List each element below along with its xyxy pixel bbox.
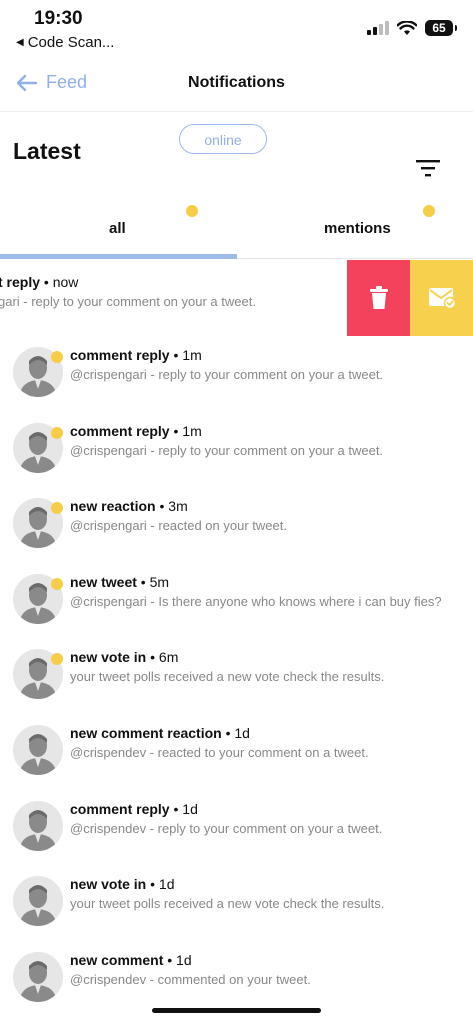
back-triangle-icon: ◀ [16, 37, 24, 48]
mail-check-icon [428, 288, 456, 309]
unread-dot [51, 351, 63, 363]
tab-all[interactable]: all [109, 220, 126, 237]
tab-all-unread-dot [186, 205, 198, 217]
unread-dot [51, 426, 63, 439]
avatar [13, 725, 63, 775]
swiped-notification-text: gari - reply to your comment on your a t… [0, 294, 256, 309]
home-indicator [152, 1008, 321, 1013]
notification-title: new vote in • 6m [70, 649, 179, 666]
mark-read-button[interactable] [410, 260, 473, 336]
notification-title: new tweet • 5m [70, 573, 170, 590]
status-time: 19:30 [34, 8, 83, 29]
avatar [13, 876, 63, 927]
back-to-app-link[interactable]: ◀ Code Scan... [16, 34, 114, 51]
notification-text: @crispendev - commented on your tweet. [70, 971, 311, 987]
header-divider [0, 111, 473, 112]
notification-row[interactable]: new comment • 1d @crispendev - commented … [0, 950, 473, 1026]
notification-text: @crispengari - reply to your comment on … [70, 367, 384, 382]
section-title: Latest [13, 138, 81, 164]
swiped-notification-row[interactable]: t reply • now gari - reply to your comme… [0, 260, 473, 336]
wifi-icon [397, 20, 417, 35]
notification-title: new vote in • 1d [70, 876, 175, 893]
unread-dot [51, 502, 63, 515]
delete-button[interactable] [347, 260, 410, 336]
page-title: Notifications [188, 74, 285, 91]
notification-row[interactable]: comment reply • 1d @crispendev - reply to… [0, 799, 473, 875]
notification-row[interactable]: new tweet • 5m @crispengari - Is there an… [0, 572, 473, 648]
notification-row[interactable]: comment reply • 1m @crispengari - reply t… [0, 421, 473, 497]
notification-text: @crispendev - reply to your comment on y… [70, 820, 383, 836]
online-status-badge: online [179, 124, 267, 154]
tab-mentions-unread-dot [423, 205, 435, 217]
tab-mentions[interactable]: mentions [324, 220, 391, 237]
avatar [13, 800, 63, 851]
notification-row[interactable]: new reaction • 3m @crispengari - reacted … [0, 496, 473, 572]
notification-row[interactable]: new vote in • 6m your tweet polls receive… [0, 647, 473, 723]
trash-icon [369, 286, 388, 309]
notification-row[interactable]: new vote in • 1d your tweet polls receive… [0, 874, 473, 950]
notification-title: comment reply • 1m [70, 422, 202, 439]
unread-dot [51, 653, 63, 666]
notification-row[interactable]: comment reply • 1m @crispengari - reply t… [0, 345, 473, 421]
notification-title: new comment reaction • 1d [70, 725, 250, 741]
notification-text: @crispengari - reacted on your tweet. [70, 518, 287, 534]
avatar [13, 951, 63, 1002]
notification-title: comment reply • 1m [70, 347, 202, 363]
notification-text: @crispengari - reply to your comment on … [70, 442, 384, 458]
status-icons: 65 [367, 20, 457, 36]
notification-title: comment reply • 1d [70, 800, 198, 817]
notification-title: new comment • 1d [70, 951, 192, 968]
unread-dot [51, 577, 63, 590]
signal-icon [367, 21, 389, 35]
notification-row[interactable]: new comment reaction • 1d @crispendev - r… [0, 723, 473, 799]
battery-icon: 65 [425, 20, 457, 36]
notification-text: your tweet polls received a new vote che… [70, 669, 385, 685]
notification-text: @crispendev - reacted to your comment on… [70, 745, 369, 760]
back-app-label: Code Scan... [27, 34, 115, 51]
active-tab-indicator [0, 254, 237, 259]
notification-title: new reaction • 3m [70, 498, 188, 515]
filter-icon[interactable] [415, 158, 441, 178]
notification-text: your tweet polls received a new vote che… [70, 896, 385, 912]
notification-text: @crispengari - Is there anyone who knows… [70, 593, 442, 609]
swiped-notification-title: t reply • now [0, 274, 79, 290]
